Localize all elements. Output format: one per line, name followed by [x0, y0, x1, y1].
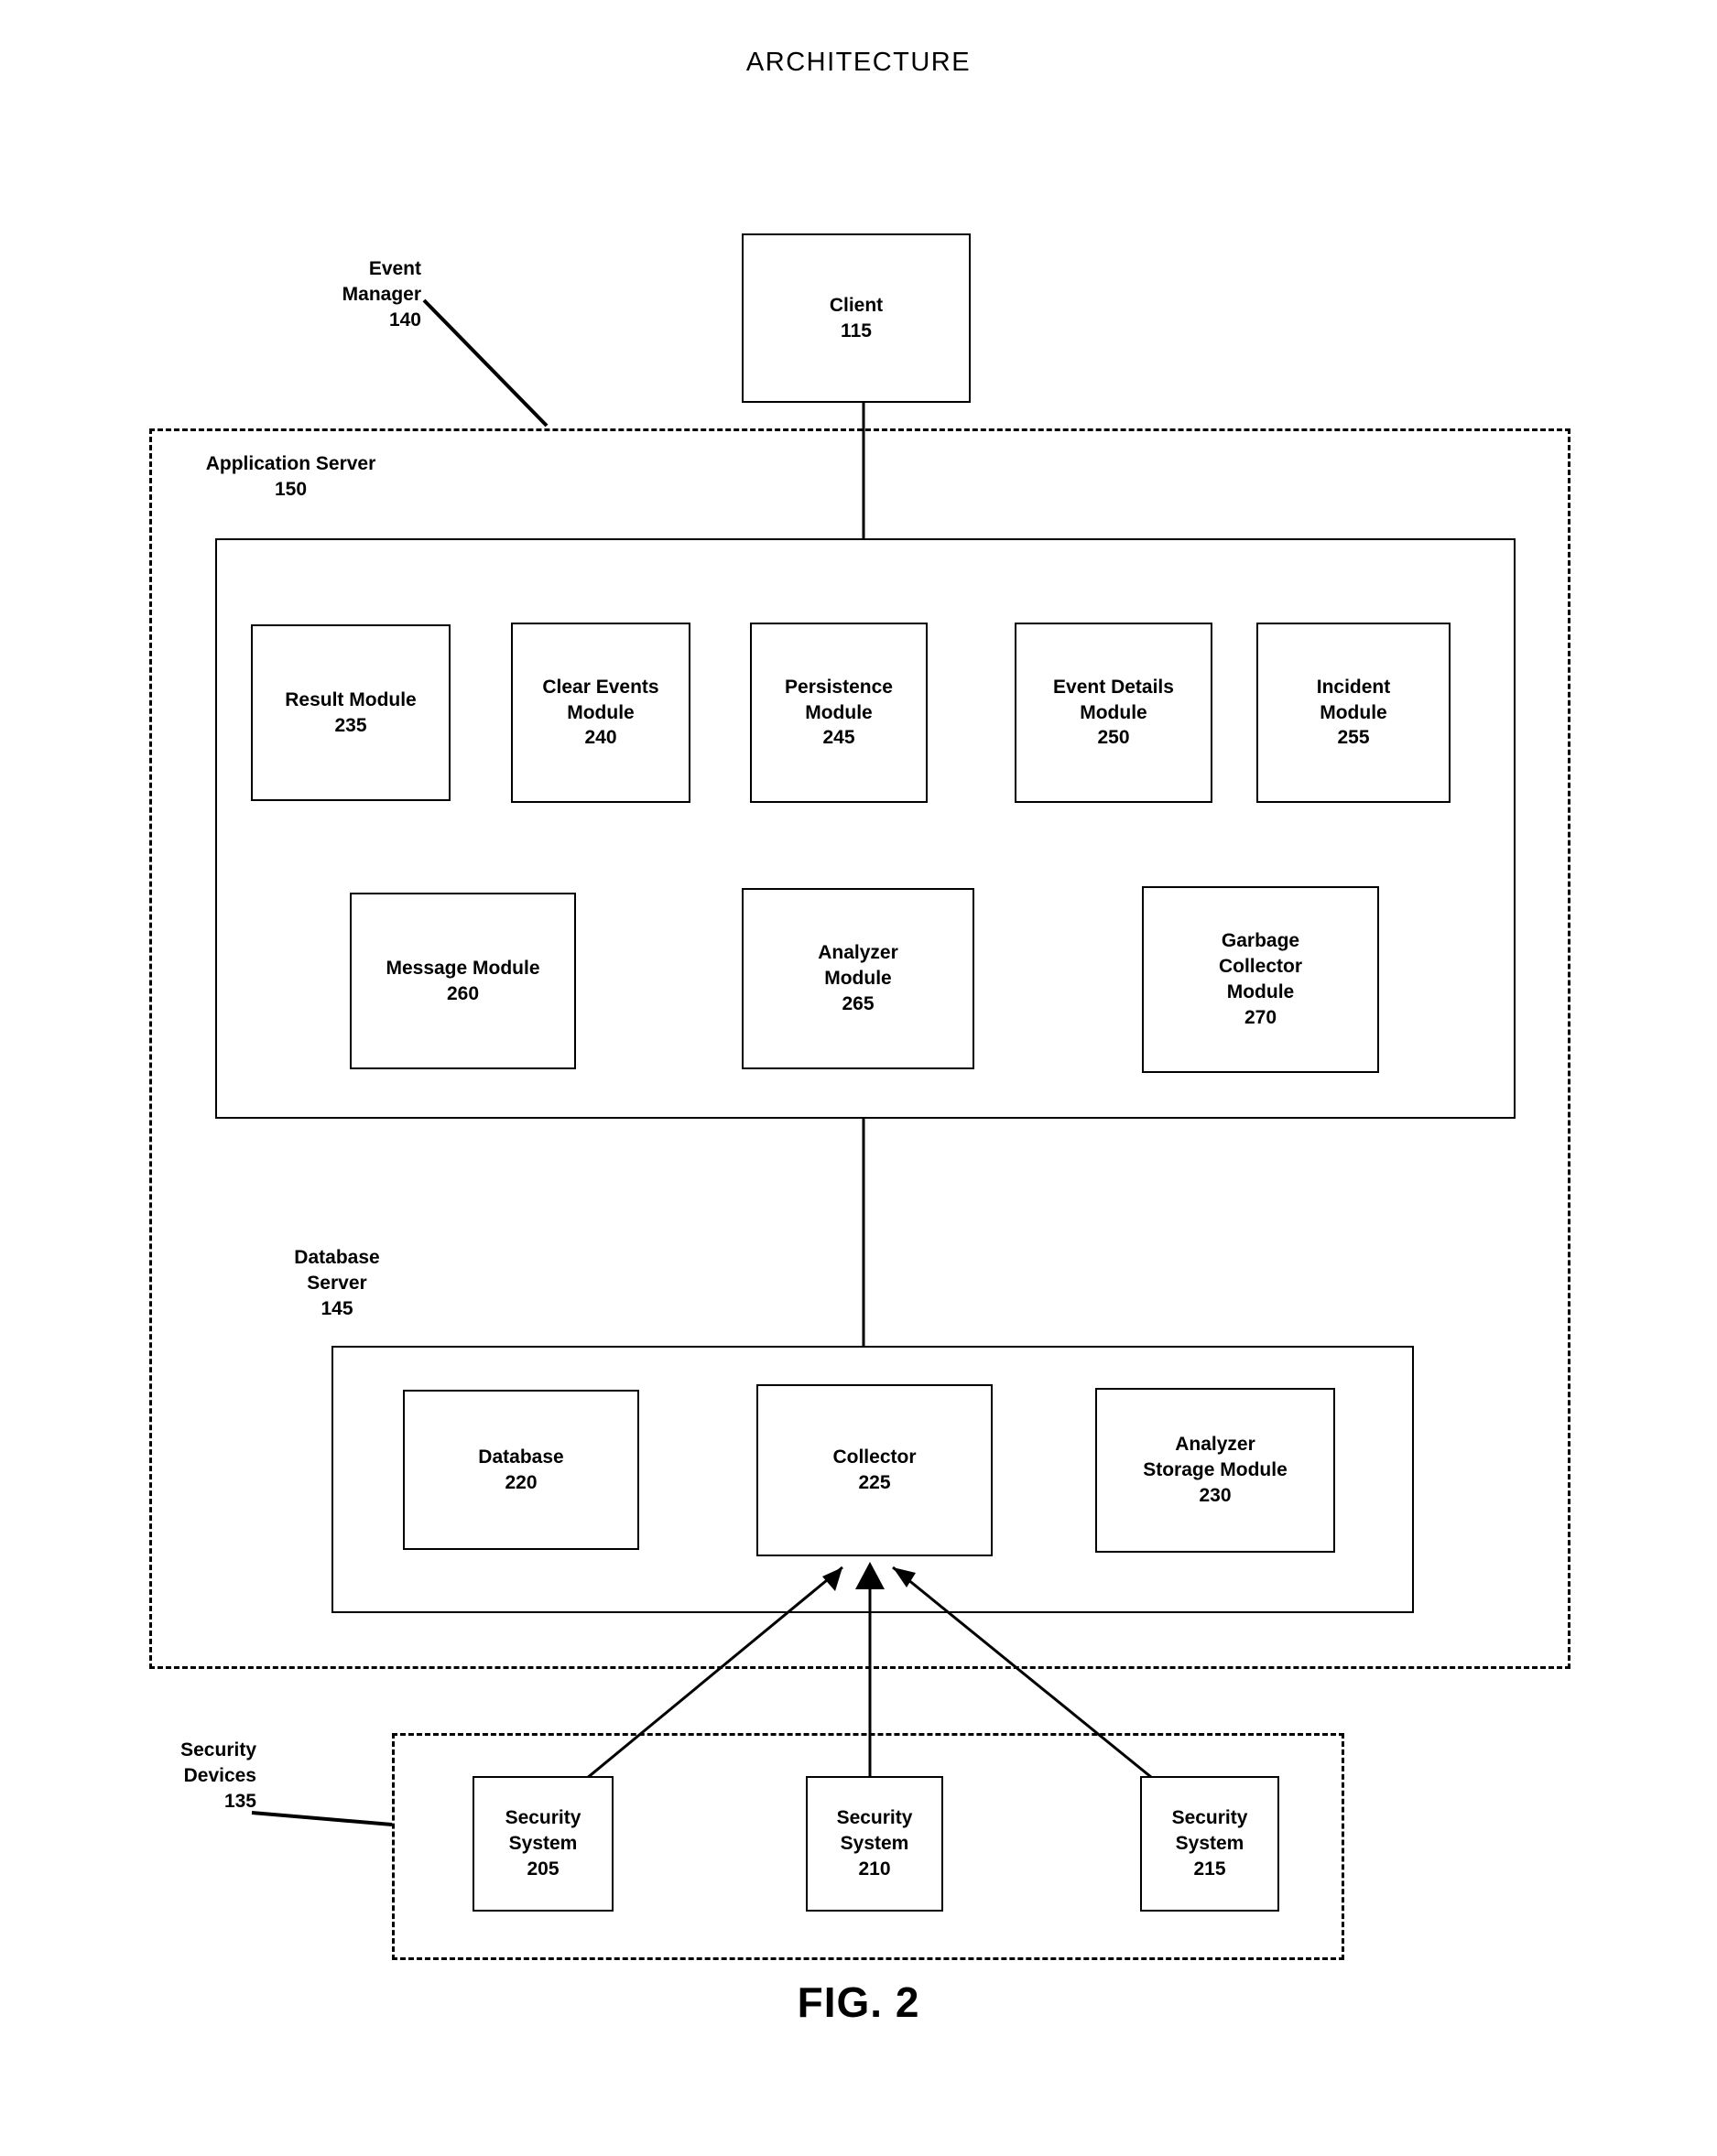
figure-caption: FIG. 2 — [797, 1978, 920, 2026]
node-incident-module-title: Incident Module — [1316, 676, 1391, 723]
node-garbage-collector-module[interactable]: Garbage Collector Module 270 — [1142, 886, 1379, 1073]
node-security-system-210-title: Security System — [836, 1807, 913, 1855]
node-security-system-215-number: 215 — [1193, 1858, 1226, 1880]
node-persistence-module[interactable]: Persistence Module 245 — [750, 623, 928, 803]
leader-security-devices — [251, 1811, 393, 1826]
node-security-system-210-number: 210 — [858, 1858, 891, 1880]
node-security-system-215-title: Security System — [1171, 1807, 1248, 1855]
patent-figure-page: ARCHITECTURE Client 115 Event Manager 14… — [0, 0, 1717, 2156]
node-database-title: Database — [478, 1446, 564, 1468]
node-event-details-module-title: Event Details Module — [1053, 676, 1174, 723]
node-result-module[interactable]: Result Module 235 — [251, 624, 451, 801]
node-message-module[interactable]: Message Module 260 — [350, 893, 576, 1069]
node-clear-events-module-number: 240 — [584, 727, 617, 749]
node-incident-module[interactable]: Incident Module 255 — [1256, 623, 1451, 803]
node-security-system-215[interactable]: Security System 215 — [1140, 1776, 1279, 1912]
node-security-system-205-number: 205 — [527, 1858, 560, 1880]
node-message-module-title: Message Module — [386, 957, 540, 979]
node-persistence-module-title: Persistence Module — [785, 676, 893, 723]
node-database-number: 220 — [505, 1471, 538, 1493]
node-collector-title: Collector — [832, 1446, 917, 1468]
node-clear-events-module[interactable]: Clear Events Module 240 — [511, 623, 690, 803]
page-title: ARCHITECTURE — [745, 48, 972, 77]
node-security-system-205[interactable]: Security System 205 — [473, 1776, 614, 1912]
node-analyzer-storage-module-number: 230 — [1199, 1484, 1232, 1506]
node-analyzer-storage-module-title: Analyzer Storage Module — [1143, 1434, 1288, 1481]
node-event-details-module[interactable]: Event Details Module 250 — [1015, 623, 1212, 803]
node-persistence-module-number: 245 — [822, 727, 855, 749]
leader-event-manager — [422, 298, 549, 428]
node-security-system-205-title: Security System — [505, 1807, 581, 1855]
label-application-server: Application Server 150 — [205, 453, 376, 500]
label-event-manager: Event Manager 140 — [342, 258, 421, 330]
node-analyzer-storage-module[interactable]: Analyzer Storage Module 230 — [1095, 1388, 1335, 1553]
node-message-module-number: 260 — [446, 982, 480, 1004]
node-client[interactable]: Client 115 — [742, 233, 971, 403]
node-incident-module-number: 255 — [1337, 727, 1370, 749]
node-analyzer-module-number: 265 — [842, 992, 875, 1014]
node-garbage-collector-module-title: Garbage Collector Module — [1218, 930, 1302, 1002]
label-security-devices: Security Devices 135 — [180, 1739, 256, 1812]
node-result-module-number: 235 — [334, 714, 367, 736]
label-database-server: Database Server 145 — [294, 1247, 380, 1319]
node-collector[interactable]: Collector 225 — [756, 1384, 993, 1556]
node-security-system-210[interactable]: Security System 210 — [806, 1776, 943, 1912]
node-result-module-title: Result Module — [285, 688, 417, 710]
node-event-details-module-number: 250 — [1097, 727, 1130, 749]
node-analyzer-module[interactable]: Analyzer Module 265 — [742, 888, 974, 1069]
node-client-title: Client — [829, 294, 884, 316]
node-client-number: 115 — [841, 320, 872, 341]
node-garbage-collector-module-number: 270 — [1244, 1006, 1277, 1028]
node-analyzer-module-title: Analyzer Module — [818, 942, 898, 990]
node-database[interactable]: Database 220 — [403, 1390, 639, 1550]
node-collector-number: 225 — [858, 1472, 891, 1493]
node-clear-events-module-title: Clear Events Module — [542, 676, 659, 723]
